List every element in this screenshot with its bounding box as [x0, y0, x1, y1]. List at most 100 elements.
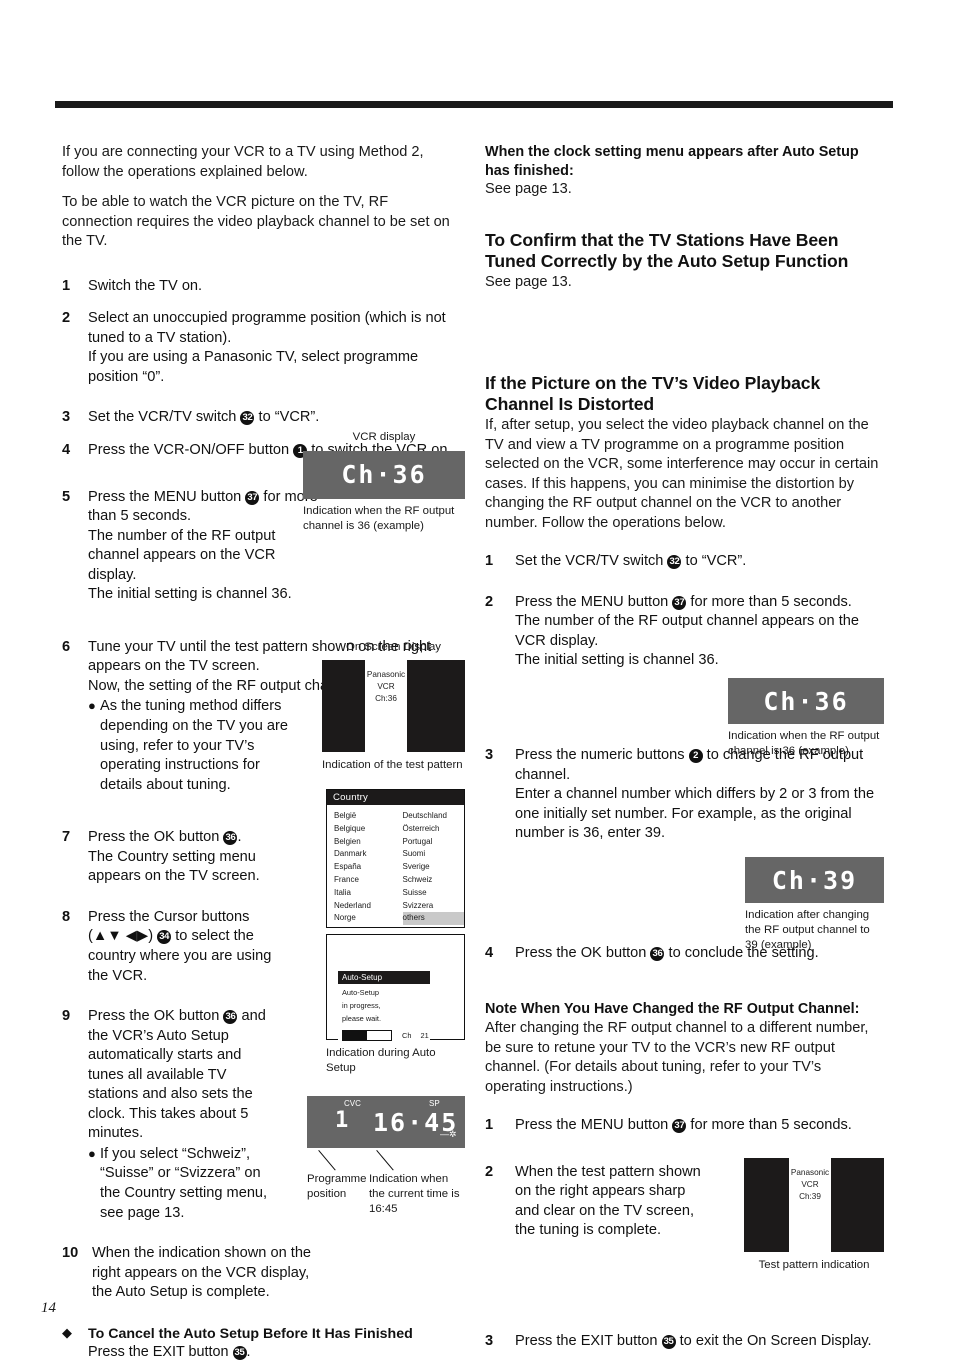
country-item[interactable]: Nederland	[334, 900, 396, 913]
figure-vcr-display-ch36-right: Ch·36 Indication when the RF output chan…	[728, 678, 884, 759]
step-text: Switch the TV on.	[88, 277, 203, 294]
step-text-a: Press the MENU button	[515, 593, 673, 610]
country-item[interactable]: België	[334, 810, 396, 823]
step-number: 2	[485, 593, 494, 610]
step-text: Press the OK button 36 and the VCR’s Aut…	[88, 1007, 273, 1223]
tv-screen: Panasonic VCR Ch:36	[322, 659, 465, 752]
autosetup-ch-value: 21	[420, 1030, 429, 1040]
test-pattern-line-2: VCR	[377, 681, 395, 691]
country-item[interactable]: España	[334, 861, 396, 874]
country-item[interactable]: Belgique	[334, 823, 396, 836]
step-text-a: Press the OK button	[88, 1008, 224, 1025]
step-number: 2	[62, 310, 71, 327]
step-number: 6	[62, 638, 71, 655]
ref-badge-36: 36	[223, 1010, 238, 1025]
country-item[interactable]: Italia	[334, 887, 396, 900]
figure-osd-test-pattern: On Screen Display Panasonic VCR Ch:36 In…	[322, 640, 465, 773]
test-pattern-line-3: Ch:39	[799, 1191, 821, 1201]
country-item[interactable]: Belgien	[334, 836, 396, 849]
test-pattern-line-2: VCR	[801, 1179, 819, 1189]
country-column-1: België Belgique Belgien Danmark España F…	[327, 810, 396, 925]
country-item[interactable]: Norge	[334, 912, 396, 925]
country-item[interactable]: France	[334, 874, 396, 887]
country-item[interactable]: Sverige	[403, 861, 465, 874]
progress-bar-fill	[343, 1030, 367, 1040]
clock-note-title: When the clock setting menu appears afte…	[485, 144, 859, 179]
bullet-text: If you select “Schweiz”, “Suisse” or “Sv…	[100, 1145, 268, 1221]
step-number: 10	[62, 1245, 79, 1262]
autosetup-line-2: in progress,	[342, 1000, 381, 1010]
vcr-star-icon: —✲	[440, 1129, 457, 1139]
cancel-text: Press the EXIT button 35.	[88, 1343, 462, 1362]
bullet-text: As the tuning method differs depending o…	[100, 698, 288, 793]
leader-lines	[307, 1148, 465, 1172]
step-number: 4	[62, 442, 71, 459]
figure-country-menu: Country België Belgique Belgien Danmark …	[326, 789, 465, 949]
figure-vcr-display-ch36: VCR display Ch·36 Indication when the RF…	[303, 430, 465, 533]
step-text: Select an unoccupied programme position …	[88, 310, 446, 385]
test-pattern-line-1: Panasonic	[790, 1168, 830, 1177]
ref-badge-34: 34	[157, 930, 172, 945]
country-item[interactable]: Portugal	[403, 836, 465, 849]
country-item[interactable]: Deutschland	[403, 810, 465, 823]
step-number: 1	[485, 1117, 494, 1134]
step-text-a: Press the VCR-ON/OFF button	[88, 442, 294, 459]
autosetup-ch-label: Ch	[402, 1030, 412, 1040]
step-text-a: Set the VCR/TV switch	[515, 553, 668, 570]
country-item[interactable]: Suisse	[403, 887, 465, 900]
step-text-a: Press the EXIT button	[515, 1332, 662, 1349]
step-text-b: and the VCR’s Auto Setup automatically s…	[88, 1008, 266, 1142]
note-step-1: 1 Press the MENU button 37 for more than…	[485, 1116, 885, 1136]
test-pattern-line-1: Panasonic	[366, 669, 406, 679]
step-number: 9	[62, 1008, 71, 1025]
vcr-time-panel: CVC SP 1 16·45 —✲	[307, 1096, 465, 1148]
step-text: Press the numeric buttons 2 to change th…	[515, 746, 885, 844]
vcr-display-panel: Ch·36	[303, 450, 465, 499]
test-pattern-bar: Panasonic VCR Ch:36	[365, 659, 407, 752]
vcr-sp-indicator: SP	[429, 1099, 440, 1108]
ref-badge-36: 36	[650, 946, 665, 961]
country-item[interactable]: Schweiz	[403, 874, 465, 887]
test-pattern-line-3: Ch:36	[375, 693, 397, 703]
vcr-channel-value: Ch·39	[771, 865, 858, 895]
country-item-selected[interactable]: others	[402, 912, 464, 926]
progress-bar	[342, 1029, 392, 1041]
country-menu-list: België Belgique Belgien Danmark España F…	[327, 805, 464, 927]
country-column-2: Deutschland Österreich Portugal Suomi Sv…	[396, 810, 465, 926]
step-number: 3	[62, 409, 71, 426]
step-text-a: Press the numeric buttons	[515, 746, 689, 763]
manual-page: If you are connecting your VCR to a TV u…	[0, 0, 954, 1361]
country-item[interactable]: Danmark	[334, 848, 396, 861]
step-text-b: for more than 5 seconds.	[686, 1117, 852, 1134]
vcr-display-label: VCR display	[352, 431, 416, 443]
autosetup-caption: Indication during Auto Setup	[326, 1047, 436, 1074]
programme-position-caption: Programme position	[307, 1173, 367, 1200]
step-text: When the test pattern shown on the right…	[515, 1163, 701, 1239]
ref-badge-35: 35	[661, 1334, 676, 1349]
cancel-text-b: .	[246, 1344, 251, 1361]
figure-test-pattern-ch39: Panasonic VCR Ch:39 Test pattern indicat…	[744, 1158, 884, 1273]
distorted-text: If, after setup, you select the video pl…	[485, 416, 879, 531]
autosetup-progress-row: Ch 21	[338, 1028, 430, 1046]
step-number: 8	[62, 908, 71, 925]
test-pattern-bar: Panasonic VCR Ch:39	[789, 1158, 831, 1252]
rc-step-3: 3 Press the numeric buttons 2 to change …	[485, 746, 885, 844]
country-item[interactable]: Svizzera	[403, 900, 465, 913]
note-title: Note When You Have Changed the RF Output…	[485, 1001, 860, 1018]
country-item[interactable]: Suomi	[403, 848, 465, 861]
country-item[interactable]: Österreich	[403, 823, 465, 836]
cancel-title: To Cancel the Auto Setup Before It Has F…	[88, 1325, 413, 1342]
bullet-dot-icon: ●	[88, 698, 96, 714]
step-text-b: for more than 5 seconds. The number of t…	[88, 488, 318, 603]
rc-step-2: 2 Press the MENU button 37 for more than…	[485, 593, 885, 671]
step-text: Press the MENU button 37 for more than 5…	[515, 593, 885, 671]
header-rule	[55, 101, 893, 108]
ref-badge-37: 37	[672, 595, 687, 610]
autosetup-dialog-title: Auto-Setup	[338, 971, 430, 984]
step-text: Press the OK button 36. The Country sett…	[88, 828, 298, 887]
country-menu-title: Country	[327, 790, 464, 805]
intro-paragraph-2: To be able to watch the VCR picture on t…	[62, 194, 450, 250]
step-text-b: to “VCR”.	[681, 553, 747, 570]
step-number: 4	[485, 944, 494, 961]
figure-vcr-display-ch39: Ch·39 Indication after changing the RF o…	[745, 857, 884, 952]
